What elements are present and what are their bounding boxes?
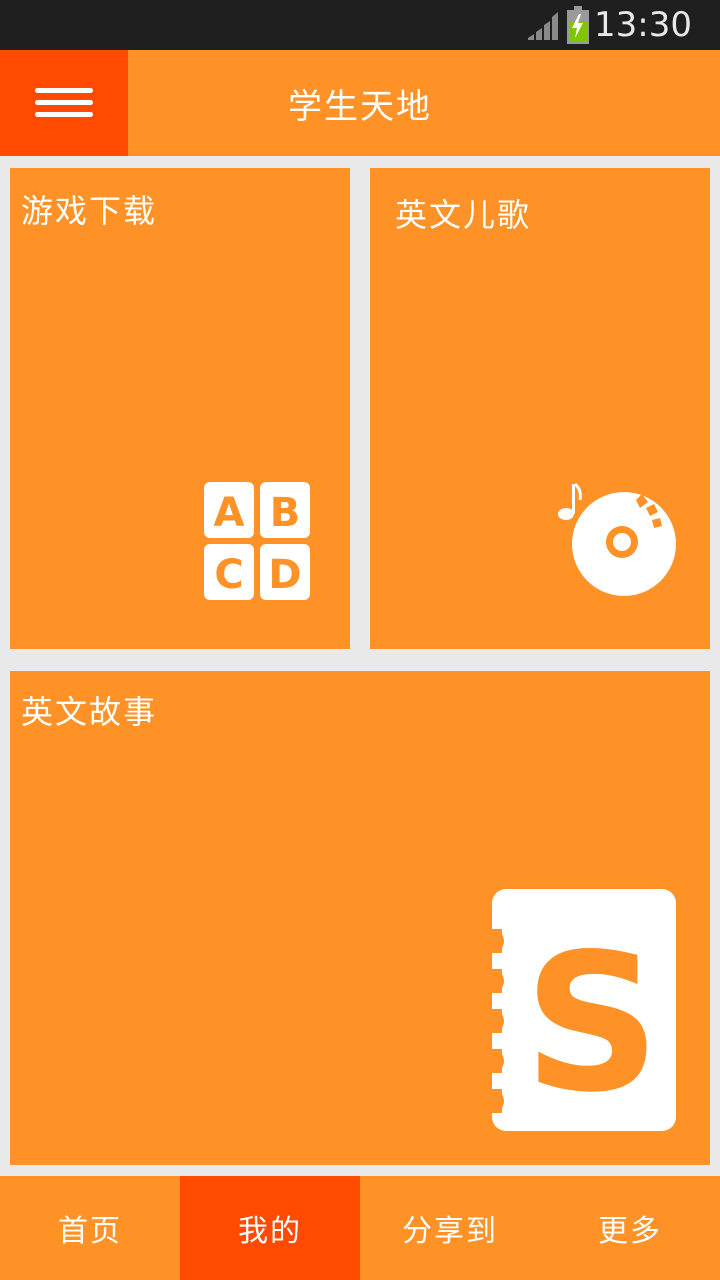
block-letter-a: A (214, 490, 245, 536)
nav-home[interactable]: 首页 (0, 1176, 180, 1280)
tile-label: 游戏下载 (21, 192, 158, 230)
bottom-nav: 首页 我的 分享到 更多 (0, 1176, 720, 1280)
app-bar: 学生天地 (0, 50, 720, 156)
tile-label: 英文儿歌 (395, 196, 532, 234)
music-disc-icon (558, 482, 676, 596)
block-letter-d: D (268, 552, 301, 598)
status-bar: 13:30 (0, 0, 720, 50)
notebook-icon: S (480, 889, 676, 1133)
block-letter-c: C (214, 552, 243, 598)
nav-mine[interactable]: 我的 (180, 1176, 360, 1280)
status-time: 13:30 (594, 5, 692, 45)
nav-share[interactable]: 分享到 (360, 1176, 540, 1280)
tile-game-download[interactable]: 游戏下载 A B C D (10, 168, 350, 649)
block-letter-b: B (270, 490, 301, 536)
menu-button[interactable] (0, 50, 128, 156)
page-title: 学生天地 (288, 86, 432, 127)
signal-icon (528, 12, 558, 40)
nav-more[interactable]: 更多 (540, 1176, 720, 1280)
tile-english-songs[interactable]: 英文儿歌 (370, 168, 710, 649)
battery-charging-icon (567, 6, 589, 44)
tile-english-stories[interactable]: 英文故事 S (10, 671, 710, 1165)
notebook-letter: S (524, 913, 661, 1133)
abcd-blocks-icon: A B C D (204, 482, 310, 600)
tile-label: 英文故事 (21, 693, 158, 731)
hamburger-icon (35, 88, 93, 117)
